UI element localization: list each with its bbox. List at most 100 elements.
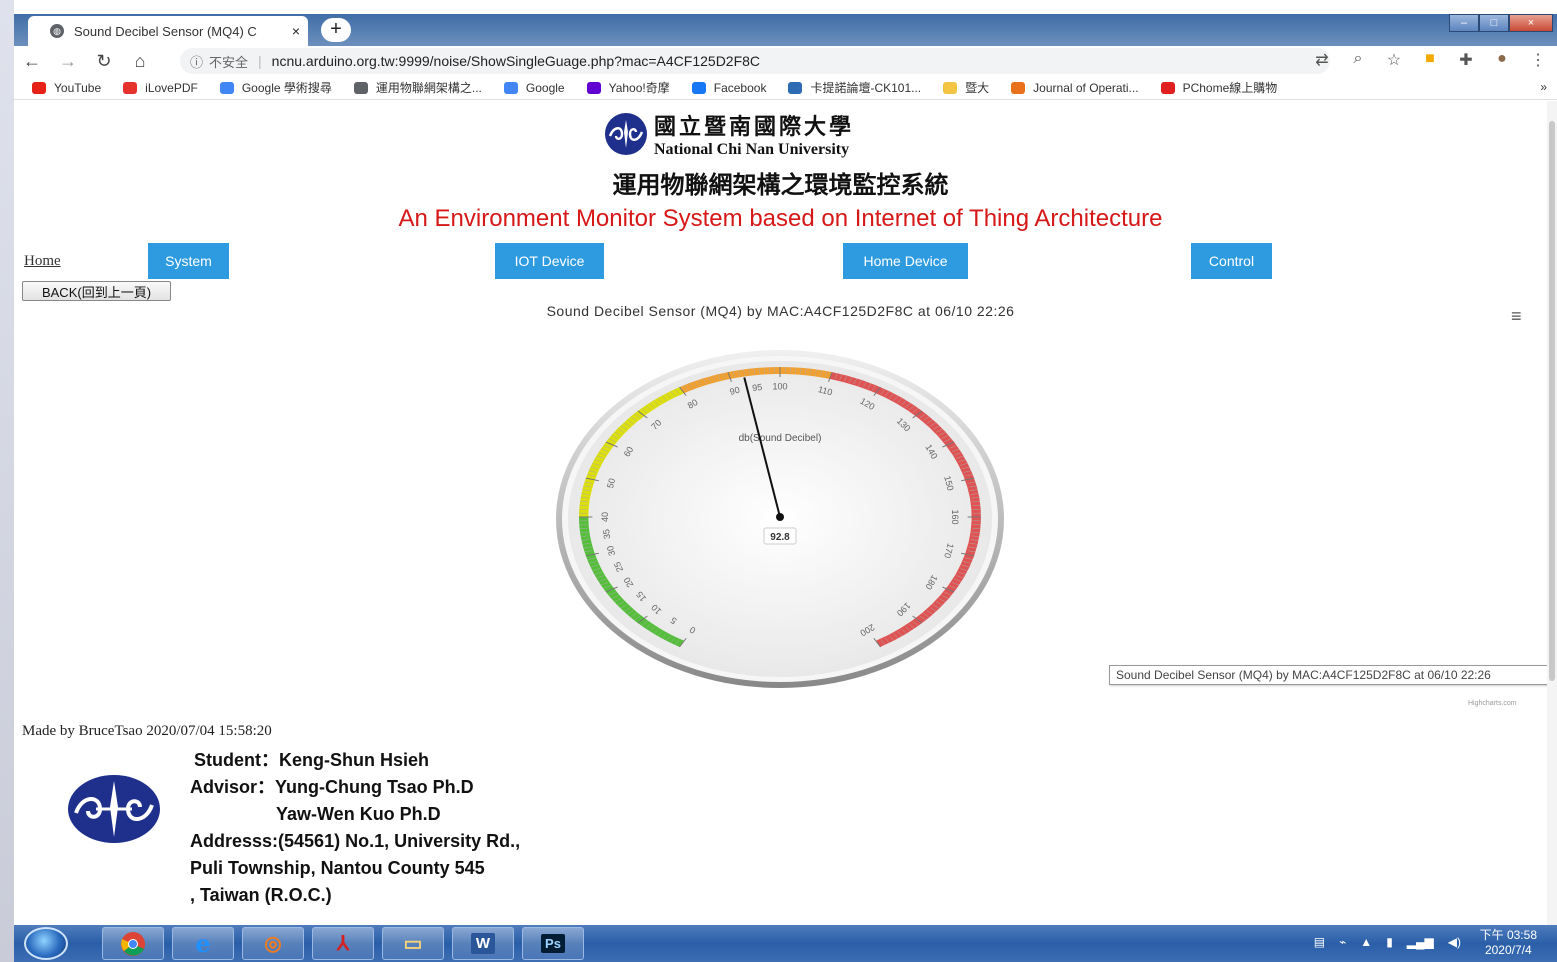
info-icon[interactable]: ⓘ — [190, 52, 203, 71]
internet-explorer-icon: e — [195, 929, 211, 958]
maximize-button[interactable]: □ — [1479, 14, 1509, 32]
system-tray: ▤ ⌁ ▲ ▮ ▂▄▆ ◀) — [1314, 935, 1461, 949]
made-by-text: Made by BruceTsao 2020/07/04 15:58:20 — [22, 723, 272, 739]
bookmark-label: iLovePDF — [145, 80, 198, 95]
left-window-strip — [0, 0, 14, 962]
network-signal-icon[interactable]: ▂▄▆ — [1407, 935, 1434, 949]
keyboard-icon[interactable]: ▤ — [1314, 935, 1325, 949]
browser-toolbar: ← → ↻ ⌂ ⓘ 不安全 | ncnu.arduino.org.tw:9999… — [14, 46, 1557, 76]
start-button[interactable] — [24, 927, 68, 960]
bookmark-item[interactable]: Journal of Operati... — [1011, 80, 1139, 95]
footer-info: Student：Keng-Shun Hsieh Advisor：Yung-Chu… — [190, 747, 520, 909]
kebab-menu-icon[interactable]: ⋮ — [1529, 50, 1547, 70]
bookmark-label: 暨大 — [965, 81, 990, 95]
browser-tab[interactable]: ◍ Sound Decibel Sensor (MQ4) C × — [28, 16, 308, 46]
puzzle-extensions-icon[interactable]: ✚ — [1457, 50, 1475, 70]
bookmark-item[interactable]: Facebook — [691, 81, 766, 95]
gauge-tick-label: 95 — [752, 382, 763, 393]
zoom-icon[interactable]: ⌕ — [1349, 50, 1367, 70]
extension-colorful-icon[interactable]: ■ — [1421, 50, 1439, 70]
bookmark-item[interactable]: Google 學術搜尋 — [219, 79, 332, 96]
toolbar-actions: ⇄ ⌕ ☆ ■ ✚ ● ⋮ — [1313, 50, 1547, 70]
home-icon[interactable]: ⌂ — [122, 51, 158, 72]
profile-avatar-icon[interactable]: ● — [1493, 50, 1511, 70]
clock-date: 2020/7/4 — [1484, 943, 1532, 957]
gauge-tick-label: 160 — [950, 509, 960, 524]
bookmark-label: Journal of Operati... — [1033, 80, 1139, 95]
bookmarks-overflow-button[interactable]: » — [1540, 80, 1547, 94]
footer-address-2: Puli Township, Nantou County 545 — [190, 858, 485, 878]
scholar-cap-icon — [219, 81, 234, 94]
bookmark-label: Google 學術搜尋 — [241, 81, 332, 95]
chrome-icon — [121, 931, 145, 956]
new-tab-button[interactable]: + — [321, 18, 351, 42]
bookmark-label: YouTube — [54, 80, 102, 95]
reload-icon[interactable]: ↻ — [86, 51, 122, 72]
google-g-icon — [503, 81, 518, 94]
facebook-icon — [691, 81, 706, 94]
translate-icon[interactable]: ⇄ — [1313, 50, 1331, 70]
footer-advisor-2: Yaw-Wen Kuo Ph.D — [276, 804, 441, 824]
url-text[interactable]: ncnu.arduino.org.tw:9999/noise/ShowSingl… — [272, 53, 760, 69]
address-separator: | — [258, 53, 262, 69]
page-scrollbar[interactable] — [1547, 101, 1557, 925]
web-page: 國立暨南國際大學 National Chi Nan University 運用物… — [14, 101, 1547, 925]
show-hidden-icons-icon[interactable]: ▲ — [1360, 935, 1372, 949]
bookmark-item[interactable]: YouTube — [32, 81, 101, 95]
minimize-button[interactable]: – — [1449, 14, 1479, 32]
bookmark-label: Yahoo!奇摩 — [608, 81, 670, 95]
gauge-value-label: 92.8 — [770, 532, 790, 543]
close-tab-icon[interactable]: × — [292, 23, 300, 39]
taskbar-chrome-button[interactable] — [102, 927, 164, 960]
taskbar-media-button[interactable]: ◎ — [242, 927, 304, 960]
bookmark-item[interactable]: Google — [503, 81, 565, 95]
power-icon[interactable]: ▮ — [1386, 935, 1393, 949]
footer-address-3: , Taiwan (R.O.C.) — [190, 885, 332, 905]
back-arrow-icon[interactable]: ← — [14, 51, 50, 72]
bookmark-item[interactable]: PChome線上購物 — [1160, 79, 1277, 96]
tab-title: Sound Decibel Sensor (MQ4) C — [74, 23, 257, 39]
bookmark-label: 運用物聯網架構之... — [375, 81, 482, 95]
folder-icon: ▭ — [403, 933, 423, 955]
taskbar-explorer-button[interactable]: ▭ — [382, 927, 444, 960]
address-bar[interactable]: ⓘ 不安全 | ncnu.arduino.org.tw:9999/noise/S… — [180, 48, 1330, 74]
taskbar-clock[interactable]: 下午 03:58 2020/7/4 — [1480, 928, 1537, 958]
ime-icon[interactable]: ⌁ — [1339, 935, 1346, 949]
university-emblem-footer-icon — [68, 775, 160, 843]
bookmark-item[interactable]: 暨大 — [943, 79, 989, 96]
media-player-icon: ◎ — [264, 933, 282, 955]
gauge-tick-label: 100 — [772, 381, 787, 391]
scrollbar-thumb[interactable] — [1549, 121, 1555, 681]
photoshop-icon: Ps — [541, 934, 565, 953]
globe-icon: ◍ — [50, 24, 64, 38]
clock-time: 下午 03:58 — [1479, 928, 1537, 942]
footer-advisor-1: Advisor：Yung-Chung Tsao Ph.D — [190, 777, 474, 797]
pchome-icon — [1160, 81, 1175, 94]
word-icon: W — [470, 933, 496, 954]
bookmark-item[interactable]: Yahoo!奇摩 — [586, 79, 670, 96]
taskbar-ie-button[interactable]: e — [172, 927, 234, 960]
taskbar-word-button[interactable]: W — [452, 927, 514, 960]
close-window-button[interactable]: × — [1509, 14, 1553, 32]
bookmark-label: 卡提諾論壇-CK101... — [810, 81, 922, 95]
acrobat-icon: ⅄ — [336, 933, 350, 955]
bookmark-item[interactable]: 卡提諾論壇-CK101... — [788, 79, 921, 96]
gauge-chart: 05101520253035405060708090 95 100 110120130… — [556, 350, 1004, 688]
gauge-pivot — [776, 513, 784, 521]
youtube-icon — [32, 81, 46, 94]
forum-icon — [788, 81, 803, 94]
forward-arrow-icon[interactable]: → — [50, 51, 86, 72]
bookmarks-bar: YouTube iLovePDF Google 學術搜尋 運用物聯網架構之... Goo… — [14, 76, 1557, 100]
elsevier-e-icon — [1011, 81, 1026, 94]
bookmark-item[interactable]: iLovePDF — [123, 81, 198, 95]
bookmark-star-icon[interactable]: ☆ — [1385, 50, 1403, 70]
taskbar-photoshop-button[interactable]: Ps — [522, 927, 584, 960]
taskbar-pdf-button[interactable]: ⅄ — [312, 927, 374, 960]
chart-credits-link[interactable]: Highcharts.com — [1468, 700, 1517, 707]
chart-tooltip: Sound Decibel Sensor (MQ4) by MAC:A4CF12… — [1109, 665, 1547, 685]
gauge-tick-label: 35 — [601, 528, 612, 539]
volume-icon[interactable]: ◀) — [1448, 935, 1461, 949]
yahoo-icon — [586, 81, 601, 94]
bookmark-item[interactable]: 運用物聯網架構之... — [353, 79, 482, 96]
globe-icon — [353, 81, 368, 94]
